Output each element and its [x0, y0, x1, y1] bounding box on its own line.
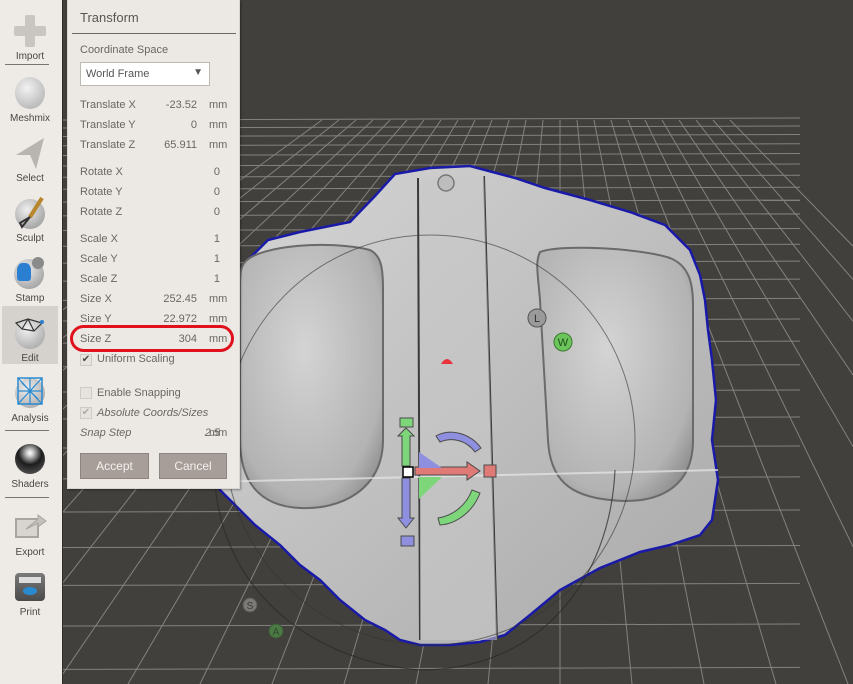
- scale-x-field[interactable]: 1: [160, 233, 220, 245]
- coordinate-space-dropdown[interactable]: World Frame ▼: [80, 62, 210, 86]
- translate-z-label: Translate Z: [80, 139, 136, 151]
- rotate-z-label: Rotate Z: [80, 206, 123, 218]
- scale-y-label: Scale Y: [80, 253, 118, 265]
- coordinate-space-value: World Frame: [86, 68, 150, 80]
- snap-step-label: Snap Step: [80, 427, 132, 439]
- sculpt-brush-icon: [12, 195, 48, 231]
- transform-panel: Transform Coordinate Space World Frame ▼…: [67, 0, 240, 489]
- svg-text:S: S: [247, 601, 254, 612]
- select-arrow-icon: [12, 135, 48, 171]
- toolbar-sculpt[interactable]: Sculpt: [2, 186, 58, 244]
- right-cup-cavity: [536, 246, 694, 502]
- translate-x-field[interactable]: -23.52: [137, 99, 197, 111]
- toolbar-export[interactable]: Export: [2, 500, 58, 558]
- coordinate-space-label: Coordinate Space: [80, 44, 169, 56]
- title-divider: [72, 33, 236, 34]
- size-y-field[interactable]: 22.972: [137, 313, 197, 325]
- toolbar-meshmix[interactable]: Meshmix: [2, 66, 58, 124]
- svg-text:L: L: [534, 313, 540, 325]
- left-cup-cavity: [239, 243, 384, 510]
- printer-icon: [12, 569, 48, 605]
- panel-title: Transform: [80, 10, 139, 25]
- toolbar-print[interactable]: Print: [2, 560, 58, 618]
- size-x-field[interactable]: 252.45: [137, 293, 197, 305]
- absolute-coords-label: Absolute Coords/Sizes: [97, 407, 209, 419]
- toolbar-divider: [5, 64, 49, 65]
- toolbar-select[interactable]: Select: [2, 126, 58, 184]
- size-x-unit: mm: [209, 293, 228, 305]
- grid-line: [729, 119, 853, 247]
- analysis-icon: [12, 375, 48, 411]
- a-handle[interactable]: A: [268, 623, 284, 639]
- toolbar-shaders[interactable]: Shaders: [2, 432, 58, 490]
- toolbar-edit[interactable]: Edit: [2, 306, 58, 364]
- local-frame-handle[interactable]: L: [527, 308, 547, 328]
- size-y-unit: mm: [209, 313, 228, 325]
- main-toolbar: Import Meshmix Select Sculpt Stamp Edit …: [0, 0, 63, 684]
- scale-x-label: Scale X: [80, 233, 118, 245]
- toolbar-label: Meshmix: [9, 113, 50, 124]
- uniform-scaling-label: Uniform Scaling: [97, 353, 175, 365]
- meshmix-head-icon: [12, 75, 48, 111]
- toolbar-divider: [5, 497, 49, 498]
- size-x-label: Size X: [80, 293, 112, 305]
- toolbar-divider: [5, 430, 49, 431]
- gizmo-center[interactable]: [402, 466, 414, 478]
- toolbar-label: Import: [15, 51, 45, 62]
- stamp-icon: [12, 255, 48, 291]
- toolbar-label: Shaders: [11, 479, 49, 490]
- snap-step-unit: mm: [209, 427, 228, 439]
- grid-line: [695, 119, 853, 323]
- toolbar-label: Print: [19, 607, 41, 618]
- cancel-button[interactable]: Cancel: [159, 453, 227, 479]
- translate-z-unit: mm: [209, 139, 228, 151]
- toolbar-label: Export: [15, 547, 45, 558]
- toolbar-analysis[interactable]: Analysis: [2, 366, 58, 424]
- edit-mesh-icon: [12, 315, 48, 351]
- toolbar-stamp[interactable]: Stamp: [2, 246, 58, 304]
- export-icon: [12, 509, 48, 545]
- toolbar-label: Stamp: [15, 293, 45, 304]
- uniform-scaling-checkbox[interactable]: ✔: [80, 354, 92, 366]
- size-z-field[interactable]: 304: [137, 333, 197, 345]
- world-frame-handle[interactable]: W: [553, 332, 573, 352]
- rotate-x-label: Rotate X: [80, 166, 123, 178]
- y-axis-handle[interactable]: [399, 417, 414, 428]
- enable-snapping-checkbox[interactable]: [80, 387, 92, 399]
- toolbar-import[interactable]: Import: [2, 4, 58, 62]
- rotate-y-field[interactable]: 0: [160, 186, 220, 198]
- toolbar-label: Select: [16, 173, 44, 184]
- translate-x-unit: mm: [209, 99, 228, 111]
- toolbar-label: Sculpt: [16, 233, 44, 244]
- scale-y-field[interactable]: 1: [160, 253, 220, 265]
- translate-y-unit: mm: [209, 119, 228, 131]
- x-axis-handle[interactable]: [483, 464, 497, 478]
- s-handle[interactable]: S: [242, 597, 258, 613]
- chevron-down-icon: ▼: [193, 67, 203, 78]
- rotate-y-label: Rotate Y: [80, 186, 123, 198]
- plus-icon: [12, 13, 48, 49]
- toolbar-label: Edit: [21, 353, 39, 364]
- translate-x-label: Translate X: [80, 99, 136, 111]
- enable-snapping-label: Enable Snapping: [97, 387, 181, 399]
- rotate-x-field[interactable]: 0: [160, 166, 220, 178]
- rotate-z-field[interactable]: 0: [160, 206, 220, 218]
- size-z-unit: mm: [209, 333, 228, 345]
- translate-y-label: Translate Y: [80, 119, 136, 131]
- svg-text:A: A: [273, 627, 280, 638]
- accept-button[interactable]: Accept: [80, 453, 149, 479]
- shader-sphere-icon: [12, 441, 48, 477]
- svg-text:W: W: [558, 337, 569, 349]
- size-y-label: Size Y: [80, 313, 112, 325]
- absolute-coords-checkbox[interactable]: ✔: [80, 407, 92, 419]
- size-z-label: Size Z: [80, 333, 112, 345]
- scale-z-label: Scale Z: [80, 273, 118, 285]
- toolbar-label: Analysis: [11, 413, 49, 424]
- z-axis-handle[interactable]: [400, 535, 415, 547]
- translate-y-field[interactable]: 0: [137, 119, 197, 131]
- scale-z-field[interactable]: 1: [160, 273, 220, 285]
- translate-z-field[interactable]: 65.911: [137, 139, 197, 151]
- grid-line: [63, 666, 801, 670]
